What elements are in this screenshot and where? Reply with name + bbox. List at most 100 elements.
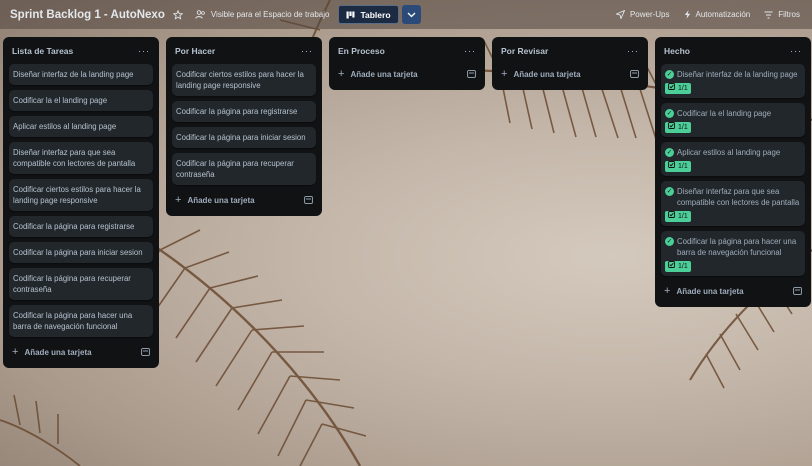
card[interactable]: Codificar la página para recuperar contr… [172, 153, 316, 185]
card-title-row: ✓ Aplicar estilos al landing page [665, 147, 801, 158]
card-template-icon[interactable] [630, 70, 639, 78]
card-template-icon[interactable] [467, 70, 476, 78]
card-template-icon[interactable] [304, 196, 313, 204]
automation-label: Automatización [695, 10, 751, 19]
card[interactable]: ✓ Diseñar interfaz de la landing page 1/… [661, 64, 805, 98]
list-footer: + Añade una tarjeta [335, 64, 479, 84]
card-title: Aplicar estilos al landing page [677, 148, 781, 157]
card-title: Aplicar estilos al landing page [13, 122, 117, 131]
board-title[interactable]: Sprint Backlog 1 - AutoNexo [10, 9, 165, 21]
visibility-button[interactable]: Visible para el Espacio de trabajo [195, 10, 330, 19]
checklist-count: 1/1 [678, 263, 688, 270]
list-hecho: Hecho ··· ✓ Diseñar interfaz de la landi… [655, 37, 811, 307]
list-menu-button[interactable]: ··· [138, 46, 150, 56]
check-circle-icon[interactable]: ✓ [665, 70, 674, 79]
card-title: Codificar la el landing page [13, 96, 108, 105]
filters-button[interactable]: Filtros [764, 10, 800, 19]
card-title: Codificar la página para recuperar contr… [13, 274, 131, 294]
filters-label: Filtros [778, 10, 800, 19]
card[interactable]: ✓ Diseñar interfaz para que sea compatib… [661, 181, 805, 226]
list-title[interactable]: Hecho [664, 46, 690, 56]
card[interactable]: Codificar la el landing page [9, 90, 153, 111]
check-circle-icon[interactable]: ✓ [665, 109, 674, 118]
add-card-label: Añade una tarjeta [187, 195, 255, 205]
checklist-icon [668, 83, 675, 94]
checklist-badge: 1/1 [665, 83, 691, 94]
check-circle-icon[interactable]: ✓ [665, 237, 674, 246]
automation-button[interactable]: Automatización [684, 10, 751, 19]
card[interactable]: Codificar la página para registrarse [9, 216, 153, 237]
list-title[interactable]: En Proceso [338, 46, 385, 56]
list-menu-button[interactable]: ··· [790, 46, 802, 56]
list-menu-button[interactable]: ··· [464, 46, 476, 56]
card-title: Diseñar interfaz para que sea compatible… [13, 148, 136, 168]
card[interactable]: Codificar la página para iniciar sesion [172, 127, 316, 148]
checklist-count: 1/1 [678, 85, 688, 92]
card-title: Diseñar interfaz de la landing page [677, 70, 798, 79]
add-card-button[interactable]: + Añade una tarjeta [175, 194, 255, 206]
checklist-badge: 1/1 [665, 211, 691, 222]
header-actions: Power-Ups Automatización Filtros [602, 10, 812, 19]
list-title[interactable]: Por Revisar [501, 46, 548, 56]
card[interactable]: Aplicar estilos al landing page [9, 116, 153, 137]
list-header: Por Hacer ··· [172, 37, 316, 64]
list-menu-button[interactable]: ··· [627, 46, 639, 56]
card[interactable]: Codificar la página para recuperar contr… [9, 268, 153, 300]
checklist-count: 1/1 [678, 163, 688, 170]
list-menu-button[interactable]: ··· [301, 46, 313, 56]
card-template-icon[interactable] [793, 287, 802, 295]
card-title: Codificar la página para iniciar sesion [13, 248, 143, 257]
card[interactable]: Diseñar interfaz de la landing page [9, 64, 153, 85]
plus-icon: + [338, 68, 345, 80]
add-card-label: Añade una tarjeta [24, 347, 92, 357]
checklist-icon [668, 211, 675, 222]
board-view-label: Tablero [360, 9, 391, 20]
card-title: Codificar la página para hacer una barra… [677, 237, 797, 257]
card[interactable]: Diseñar interfaz para que sea compatible… [9, 142, 153, 174]
add-card-label: Añade una tarjeta [513, 69, 581, 79]
card-title: Codificar la página para registrarse [13, 222, 135, 231]
card[interactable]: Codificar ciertos estilos para hacer la … [9, 179, 153, 211]
view-dropdown-button[interactable] [401, 5, 421, 24]
star-icon[interactable] [172, 9, 183, 20]
card-title: Codificar la página para iniciar sesion [176, 133, 306, 142]
check-circle-icon[interactable]: ✓ [665, 187, 674, 196]
checklist-count: 1/1 [678, 124, 688, 131]
list-footer: + Añade una tarjeta [172, 190, 316, 210]
card[interactable]: ✓ Aplicar estilos al landing page 1/1 [661, 142, 805, 176]
card-template-icon[interactable] [141, 348, 150, 356]
board-view-button[interactable]: Tablero [338, 5, 399, 24]
plus-icon: + [175, 194, 182, 206]
checklist-icon [668, 161, 675, 172]
add-card-button[interactable]: + Añade una tarjeta [501, 68, 581, 80]
add-card-button[interactable]: + Añade una tarjeta [12, 346, 92, 358]
card[interactable]: Codificar la página para iniciar sesion [9, 242, 153, 263]
check-circle-icon[interactable]: ✓ [665, 148, 674, 157]
card[interactable]: ✓ Codificar la página para hacer una bar… [661, 231, 805, 276]
card-title: Diseñar interfaz de la landing page [13, 70, 134, 79]
list-footer: + Añade una tarjeta [498, 64, 642, 84]
list-lista-de-tareas: Lista de Tareas ··· Diseñar interfaz de … [3, 37, 159, 368]
add-card-label: Añade una tarjeta [676, 286, 744, 296]
card[interactable]: Codificar la página para hacer una barra… [9, 305, 153, 337]
rocket-icon [615, 10, 625, 19]
filter-icon [764, 11, 773, 19]
card[interactable]: Codificar la página para registrarse [172, 101, 316, 122]
list-title[interactable]: Lista de Tareas [12, 46, 73, 56]
power-ups-button[interactable]: Power-Ups [615, 10, 670, 19]
checklist-icon [668, 122, 675, 133]
list-por-revisar: Por Revisar ··· + Añade una tarjeta [492, 37, 648, 90]
list-por-hacer: Por Hacer ··· Codificar ciertos estilos … [166, 37, 322, 216]
card[interactable]: Codificar ciertos estilos para hacer la … [172, 64, 316, 96]
add-card-button[interactable]: + Añade una tarjeta [664, 285, 744, 297]
list-title[interactable]: Por Hacer [175, 46, 215, 56]
card-title-row: ✓ Diseñar interfaz para que sea compatib… [665, 186, 801, 208]
card-title: Codificar la página para registrarse [176, 107, 298, 116]
list-footer: + Añade una tarjeta [661, 281, 805, 301]
visibility-label: Visible para el Espacio de trabajo [210, 10, 330, 19]
add-card-button[interactable]: + Añade una tarjeta [338, 68, 418, 80]
plus-icon: + [664, 285, 671, 297]
card-title: Diseñar interfaz para que sea compatible… [677, 187, 800, 207]
card-title-row: ✓ Codificar la el landing page [665, 108, 801, 119]
card[interactable]: ✓ Codificar la el landing page 1/1 [661, 103, 805, 137]
